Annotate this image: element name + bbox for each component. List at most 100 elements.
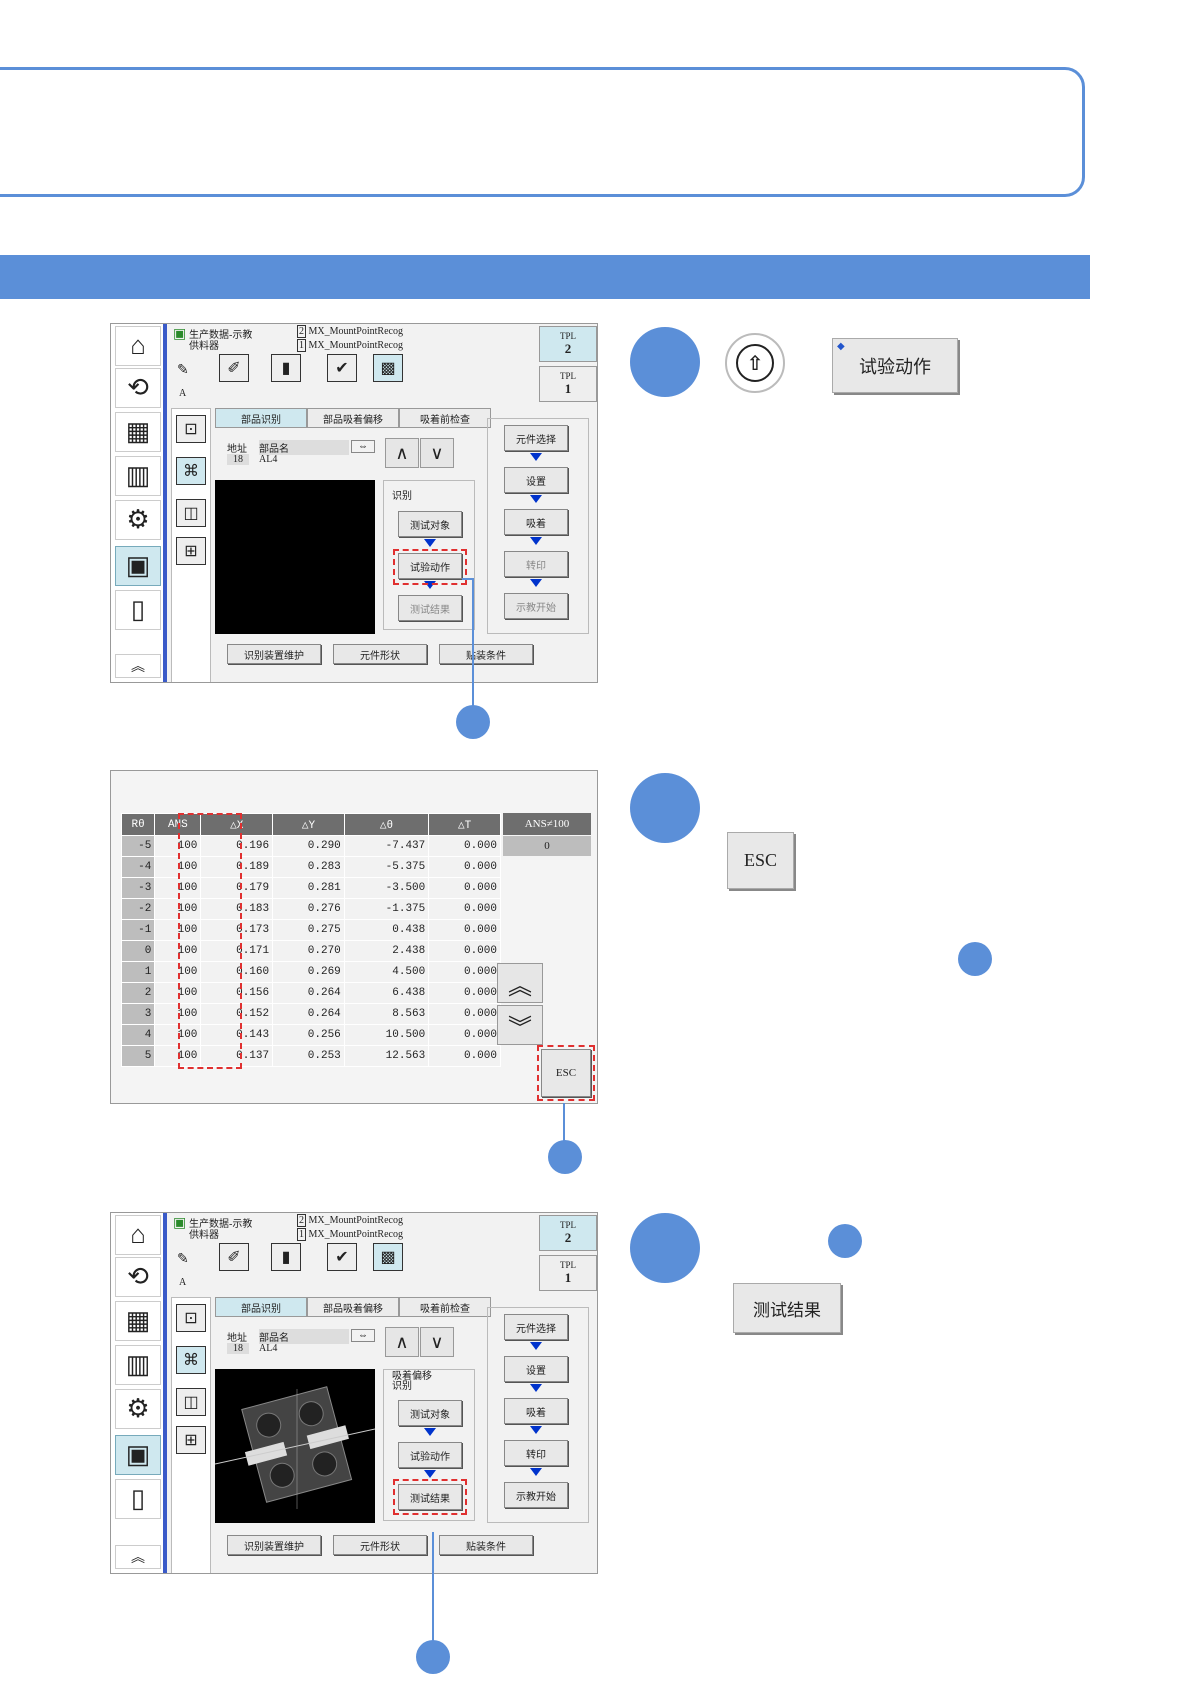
chart-icon[interactable]: ▥ — [115, 456, 161, 496]
trial-action-big-button[interactable]: ◆ 试验动作 — [832, 338, 958, 393]
flow-select-button[interactable]: 元件选择 — [504, 425, 568, 451]
scroll-up-icon[interactable]: ︽ — [115, 1545, 161, 1569]
tpl-2-button[interactable]: TPL 2 — [539, 326, 597, 362]
part-info: 地址 部品名 ⇔ 18 AL4 — [223, 440, 375, 470]
test-result-big-button[interactable]: 测试结果 — [733, 1283, 841, 1333]
addr-value: 18 — [227, 454, 249, 465]
table-cell: 0.290 — [272, 835, 345, 857]
chart-icon[interactable]: ▥ — [115, 1345, 161, 1385]
feeder-label: 供料器 — [189, 1230, 219, 1241]
flow-pick-button[interactable]: 吸着 — [504, 509, 568, 535]
part-name-label: 部品名 — [259, 440, 349, 455]
tab-pre-pick-check[interactable]: 吸着前检查 — [399, 408, 491, 428]
flow-arrow — [530, 453, 542, 461]
green-tag-icon: ▣ — [173, 327, 187, 342]
chip-icon[interactable]: ▩ — [373, 1243, 403, 1271]
tab-parts-recog[interactable]: 部品识别 — [215, 408, 307, 428]
callout-line — [462, 578, 474, 580]
flow-select-button[interactable]: 元件选择 — [504, 1314, 568, 1340]
page-icon[interactable]: ▮ — [271, 354, 301, 382]
pen-icon[interactable]: ✎ — [177, 1251, 189, 1268]
down-button[interactable]: ∨ — [420, 1327, 454, 1357]
trial-action-button[interactable]: 试验动作 — [398, 1442, 462, 1468]
mount-cond-button[interactable]: 贴装条件 — [439, 644, 533, 664]
left-nav: ⌂ ⟲ ▦ ▥ ⚙ ▣ ▯ ︽ — [111, 324, 167, 682]
swap-icon[interactable]: ⇔ — [351, 440, 375, 453]
table-cell: 0.000 — [428, 898, 501, 920]
table-cell: 2.438 — [343, 940, 430, 962]
table-cell: 4.500 — [343, 961, 430, 983]
sub-nav: ⊡ ⌘ ◫ ⊞ — [171, 408, 211, 682]
flow-teach-start-button[interactable]: 示教开始 — [504, 1482, 568, 1508]
split-icon[interactable]: ◫ — [176, 499, 206, 527]
device-icon[interactable]: ▯ — [115, 1479, 161, 1519]
test-target-button[interactable]: 测试对象 — [398, 511, 462, 537]
up-button[interactable]: ∧ — [385, 438, 419, 468]
nozzle-icon[interactable]: ⌘ — [176, 457, 206, 485]
tpl-2-button[interactable]: TPL 2 — [539, 1215, 597, 1251]
tpl-1-button[interactable]: TPL 1 — [539, 1255, 597, 1291]
camera-icon[interactable]: ⊡ — [176, 415, 206, 443]
table-cell: 10.500 — [343, 1024, 430, 1046]
nozzle-icon[interactable]: ⌘ — [176, 1346, 206, 1374]
split-icon[interactable]: ◫ — [176, 1388, 206, 1416]
flow-pick-button[interactable]: 吸着 — [504, 1398, 568, 1424]
table-cell: 4 — [120, 1024, 156, 1046]
teach-icon[interactable]: ▣ — [115, 546, 161, 586]
plus-board-icon[interactable]: ⊞ — [176, 1426, 206, 1454]
tab-parts-recog[interactable]: 部品识别 — [215, 1297, 307, 1317]
tab-pick-offset[interactable]: 部品吸着偏移 — [307, 1297, 399, 1317]
recog-maint-button[interactable]: 识别装置维护 — [227, 1535, 321, 1555]
tab-pre-pick-check[interactable]: 吸着前检查 — [399, 1297, 491, 1317]
part-info: 地址 部品名 ⇔ 18 AL4 — [223, 1329, 375, 1359]
sub-nav: ⊡ ⌘ ◫ ⊞ — [171, 1297, 211, 1573]
home-icon[interactable]: ⌂ — [115, 1215, 161, 1255]
page-down-button[interactable]: ︾ — [497, 1005, 543, 1045]
cycle-icon[interactable]: ⟲ — [115, 1257, 161, 1297]
main-panel: 部品识别 部品吸着偏移 吸着前检查 地址 部品名 ⇔ 18 AL4 ∧ ∨ 识别… — [215, 408, 597, 678]
page-up-button[interactable]: ︽ — [497, 963, 543, 1003]
camera-icon[interactable]: ⊡ — [176, 1304, 206, 1332]
trial-action-big-label: 试验动作 — [859, 356, 931, 378]
tpl-1-button[interactable]: TPL 1 — [539, 366, 597, 402]
scroll-up-icon[interactable]: ︽ — [115, 654, 161, 678]
device-icon[interactable]: ▯ — [115, 590, 161, 630]
chip-icon[interactable]: ▩ — [373, 354, 403, 382]
highlight-trial-action — [393, 549, 467, 585]
part-shape-button[interactable]: 元件形状 — [333, 644, 427, 664]
plus-board-icon[interactable]: ⊞ — [176, 537, 206, 565]
test-result-button[interactable]: 测试结果 — [398, 595, 462, 621]
part-shape-button[interactable]: 元件形状 — [333, 1535, 427, 1555]
tools-icon[interactable]: ⚙ — [115, 1389, 161, 1429]
tools-icon[interactable]: ⚙ — [115, 500, 161, 540]
table-cell: 0 — [120, 940, 156, 962]
diamond-icon: ◆ — [837, 341, 845, 352]
up-button[interactable]: ∧ — [385, 1327, 419, 1357]
shift-button[interactable]: ⇧ — [725, 333, 785, 393]
recog-maint-button[interactable]: 识别装置维护 — [227, 644, 321, 664]
cycle-icon[interactable]: ⟲ — [115, 368, 161, 408]
teach-icon[interactable]: ▣ — [115, 1435, 161, 1475]
flow-teach-start-button[interactable]: 示教开始 — [504, 593, 568, 619]
edit-icon[interactable]: ✐ — [219, 354, 249, 382]
test-target-button[interactable]: 测试对象 — [398, 1400, 462, 1426]
flow-transfer-button[interactable]: 转印 — [504, 1440, 568, 1466]
home-icon[interactable]: ⌂ — [115, 326, 161, 366]
tab-pick-offset[interactable]: 部品吸着偏移 — [307, 408, 399, 428]
flow-setup-button[interactable]: 设置 — [504, 1356, 568, 1382]
mount-cond-button[interactable]: 贴装条件 — [439, 1535, 533, 1555]
flow-setup-button[interactable]: 设置 — [504, 467, 568, 493]
esc-big-button[interactable]: ESC — [727, 832, 794, 889]
table-cell: 0.276 — [272, 898, 345, 920]
pen-icon[interactable]: ✎ — [177, 362, 189, 379]
check-icon[interactable]: ✔ — [327, 354, 357, 382]
board-icon[interactable]: ▦ — [115, 1301, 161, 1341]
up-arrow-icon: ⇧ — [736, 344, 774, 382]
down-button[interactable]: ∨ — [420, 438, 454, 468]
page-icon[interactable]: ▮ — [271, 1243, 301, 1271]
swap-icon[interactable]: ⇔ — [351, 1329, 375, 1342]
check-icon[interactable]: ✔ — [327, 1243, 357, 1271]
edit-icon[interactable]: ✐ — [219, 1243, 249, 1271]
flow-transfer-button[interactable]: 转印 — [504, 551, 568, 577]
board-icon[interactable]: ▦ — [115, 412, 161, 452]
